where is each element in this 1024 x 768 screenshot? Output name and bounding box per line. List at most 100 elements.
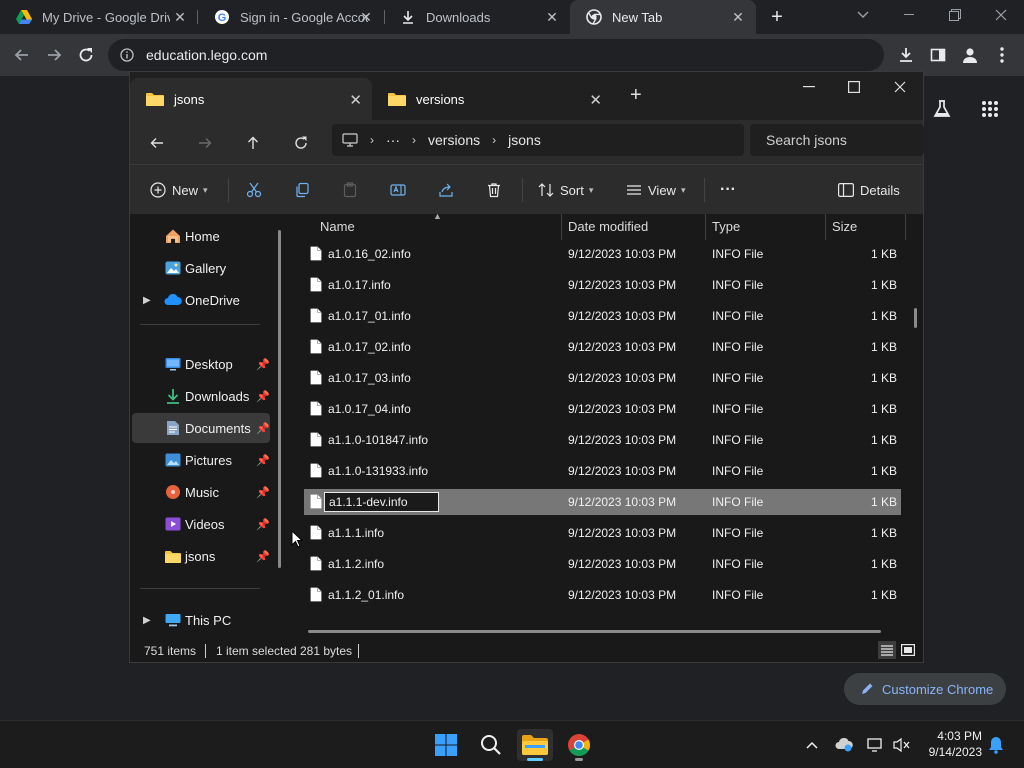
file-explorer-taskbar-button[interactable] xyxy=(517,729,553,761)
column-header-size[interactable]: Size xyxy=(832,219,857,234)
breadcrumb-overflow[interactable]: ··· xyxy=(386,132,400,148)
file-row[interactable]: a1.1.1.info 9/12/2023 10:03 PM INFO File 1 … xyxy=(304,520,901,546)
notification-bell-icon[interactable] xyxy=(986,735,1006,755)
tiles-view-icon[interactable] xyxy=(899,641,917,659)
column-divider[interactable] xyxy=(825,214,826,240)
browser-tab-downloads[interactable]: Downloads ✕ xyxy=(384,0,570,34)
file-list-scrollbar[interactable] xyxy=(914,308,917,328)
close-window-icon[interactable] xyxy=(978,0,1024,30)
menu-icon[interactable] xyxy=(990,43,1014,67)
start-button[interactable] xyxy=(428,729,464,761)
sort-button[interactable]: Sort ▾ xyxy=(538,177,593,203)
forward-icon[interactable] xyxy=(42,43,66,67)
nav-item-home[interactable]: Home xyxy=(132,221,270,251)
back-icon[interactable] xyxy=(10,43,34,67)
close-icon[interactable]: ✕ xyxy=(589,91,602,109)
site-info-icon[interactable] xyxy=(120,48,134,62)
nav-item-onedrive[interactable]: ▶ OneDrive xyxy=(132,285,270,315)
restore-icon[interactable] xyxy=(932,0,978,30)
browser-tab-google-drive[interactable]: My Drive - Google Drive ✕ xyxy=(0,0,198,34)
file-row[interactable]: a1.1.2.info 9/12/2023 10:03 PM INFO File 1 … xyxy=(304,551,901,577)
nav-item-desktop[interactable]: Desktop 📌 xyxy=(132,349,270,379)
nav-item-gallery[interactable]: Gallery xyxy=(132,253,270,283)
side-panel-icon[interactable] xyxy=(926,43,950,67)
file-row[interactable]: a1.1.0-131933.info 9/12/2023 10:03 PM INFO… xyxy=(304,458,901,484)
close-icon[interactable]: ✕ xyxy=(349,91,362,109)
breadcrumb-versions[interactable]: versions xyxy=(428,132,480,148)
details-button[interactable]: Details xyxy=(838,177,900,203)
minimize-icon[interactable] xyxy=(886,0,932,30)
view-button[interactable]: View ▾ xyxy=(626,177,685,203)
onedrive-status-icon[interactable] xyxy=(834,735,854,755)
search-button[interactable] xyxy=(473,729,509,761)
file-row[interactable]: a1.0.16_02.info 9/12/2023 10:03 PM INFO Fi… xyxy=(304,241,901,267)
refresh-icon[interactable] xyxy=(290,132,312,154)
chevron-right-icon[interactable]: ▶ xyxy=(143,615,151,626)
system-clock[interactable]: 4:03 PM 9/14/2023 xyxy=(918,728,982,760)
labs-flask-icon[interactable] xyxy=(931,98,953,120)
tab-search-icon[interactable] xyxy=(840,0,886,30)
chevron-right-icon[interactable]: ▶ xyxy=(143,295,151,306)
close-icon[interactable]: ✕ xyxy=(544,9,560,25)
horizontal-scrollbar[interactable] xyxy=(308,630,881,633)
column-header-name[interactable]: Name xyxy=(320,219,355,234)
new-button[interactable]: New ▾ xyxy=(150,177,208,203)
customize-chrome-button[interactable]: Customize Chrome xyxy=(844,673,1006,705)
chrome-taskbar-button[interactable] xyxy=(561,729,597,761)
file-row[interactable]: a1.0.17_02.info 9/12/2023 10:03 PM INFO Fi… xyxy=(304,334,901,360)
browser-tab-new-tab[interactable]: New Tab ✕ xyxy=(570,0,756,34)
file-row[interactable]: a1.0.17_04.info 9/12/2023 10:03 PM INFO Fi… xyxy=(304,396,901,422)
nav-item-this-pc[interactable]: ▶ This PC xyxy=(132,605,270,635)
close-icon[interactable]: ✕ xyxy=(172,9,188,25)
nav-item-jsons[interactable]: jsons 📌 xyxy=(132,541,270,571)
column-divider[interactable] xyxy=(705,214,706,240)
show-hidden-icons[interactable] xyxy=(802,735,822,755)
search-input[interactable]: Search jsons xyxy=(750,124,924,156)
explorer-tab-jsons[interactable]: jsons ✕ xyxy=(130,78,372,120)
new-explorer-tab-button[interactable]: + xyxy=(630,84,642,107)
more-options-button[interactable]: ··· xyxy=(720,177,736,203)
maximize-icon[interactable] xyxy=(839,78,869,96)
forward-icon[interactable] xyxy=(194,132,216,154)
reload-icon[interactable] xyxy=(74,43,98,67)
column-header-type[interactable]: Type xyxy=(712,219,740,234)
file-row[interactable]: a1.1.0-101847.info 9/12/2023 10:03 PM INFO… xyxy=(304,427,901,453)
file-row[interactable]: a1.0.17.info 9/12/2023 10:03 PM INFO File 1… xyxy=(304,272,901,298)
rename-button[interactable] xyxy=(390,177,406,203)
file-row[interactable]: a1.1.1-dev.info 9/12/2023 10:03 PM INFO Fi… xyxy=(304,489,901,515)
apps-grid-icon[interactable] xyxy=(979,98,1001,120)
nav-item-pictures[interactable]: Pictures 📌 xyxy=(132,445,270,475)
breadcrumb-jsons[interactable]: jsons xyxy=(508,132,541,148)
copy-button[interactable] xyxy=(294,177,310,203)
address-bar[interactable]: education.lego.com xyxy=(108,39,884,71)
up-icon[interactable] xyxy=(242,132,264,154)
browser-tab-google-signin[interactable]: G Sign in - Google Accounts ✕ xyxy=(198,0,384,34)
nav-item-documents[interactable]: Documents 📌 xyxy=(132,413,270,443)
close-icon[interactable]: ✕ xyxy=(358,9,374,25)
delete-button[interactable] xyxy=(486,177,502,203)
column-header-date[interactable]: Date modified xyxy=(568,219,648,234)
breadcrumb[interactable]: › ··· › versions › jsons xyxy=(332,124,744,156)
profile-icon[interactable] xyxy=(958,43,982,67)
share-button[interactable] xyxy=(438,177,454,203)
close-icon[interactable]: ✕ xyxy=(730,9,746,25)
back-icon[interactable] xyxy=(146,132,168,154)
rename-input[interactable]: a1.1.1-dev.info xyxy=(324,492,439,512)
nav-item-videos[interactable]: Videos 📌 xyxy=(132,509,270,539)
minimize-icon[interactable] xyxy=(794,78,824,96)
network-icon[interactable] xyxy=(866,735,886,755)
nav-item-music[interactable]: Music 📌 xyxy=(132,477,270,507)
file-row[interactable]: a1.0.17_03.info 9/12/2023 10:03 PM INFO Fi… xyxy=(304,365,901,391)
close-window-icon[interactable] xyxy=(885,78,915,96)
file-row[interactable]: a1.1.2_01.info 9/12/2023 10:03 PM INFO Fil… xyxy=(304,582,901,608)
nav-item-downloads[interactable]: Downloads 📌 xyxy=(132,381,270,411)
volume-muted-icon[interactable] xyxy=(892,735,912,755)
paste-button[interactable] xyxy=(342,177,358,203)
column-divider[interactable] xyxy=(905,214,906,240)
cut-button[interactable] xyxy=(246,177,262,203)
new-tab-button[interactable]: + xyxy=(766,6,788,28)
details-view-icon[interactable] xyxy=(878,641,896,659)
nav-scrollbar[interactable] xyxy=(278,230,281,568)
file-row[interactable]: a1.0.17_01.info 9/12/2023 10:03 PM INFO Fi… xyxy=(304,303,901,329)
column-divider[interactable] xyxy=(561,214,562,240)
